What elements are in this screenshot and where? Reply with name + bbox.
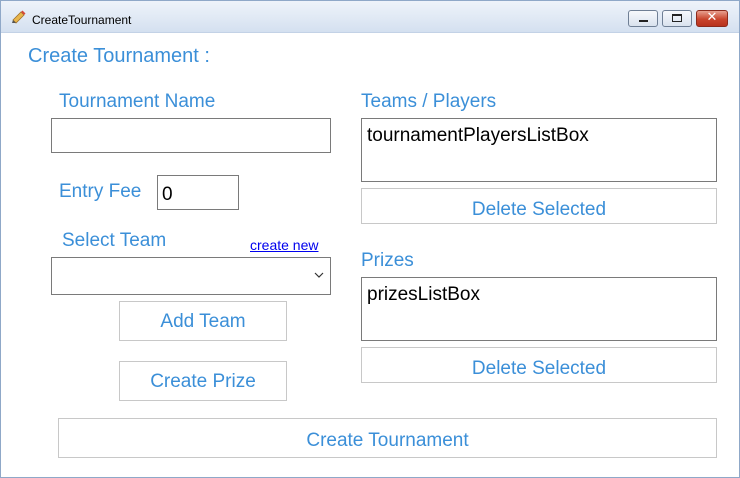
- minimize-button[interactable]: [628, 10, 658, 27]
- prizes-label: Prizes: [361, 250, 414, 271]
- add-team-button[interactable]: Add Team: [119, 301, 287, 341]
- entry-fee-label: Entry Fee: [59, 181, 142, 202]
- maximize-icon: [672, 14, 682, 22]
- delete-selected-players-button[interactable]: Delete Selected: [361, 188, 717, 224]
- page-title: Create Tournament :: [28, 45, 210, 67]
- tournament-name-label: Tournament Name: [59, 91, 216, 112]
- create-new-team-link[interactable]: create new: [250, 237, 318, 253]
- entry-fee-input[interactable]: 0: [157, 175, 239, 210]
- select-team-label: Select Team: [62, 230, 167, 251]
- teams-players-list-text: tournamentPlayersListBox: [367, 125, 589, 146]
- close-button[interactable]: ✕: [696, 10, 728, 27]
- create-tournament-button[interactable]: Create Tournament: [58, 418, 717, 458]
- chevron-down-icon: [314, 272, 324, 278]
- prizes-list-text: prizesListBox: [367, 284, 480, 305]
- prizes-listbox[interactable]: prizesListBox: [361, 277, 717, 341]
- delete-selected-prizes-button[interactable]: Delete Selected: [361, 347, 717, 383]
- create-prize-button[interactable]: Create Prize: [119, 361, 287, 401]
- window-title: CreateTournament: [32, 13, 132, 27]
- select-team-dropdown[interactable]: [51, 257, 331, 295]
- minimize-icon: [639, 20, 648, 22]
- maximize-button[interactable]: [662, 10, 692, 27]
- teams-players-label: Teams / Players: [361, 91, 497, 112]
- app-icon: [12, 10, 26, 24]
- teams-players-listbox[interactable]: tournamentPlayersListBox: [361, 118, 717, 182]
- title-bar[interactable]: CreateTournament ✕: [1, 1, 739, 33]
- create-tournament-window: CreateTournament ✕ Create Tournament : T…: [0, 0, 740, 478]
- close-icon: ✕: [706, 10, 718, 25]
- tournament-name-input[interactable]: [51, 118, 331, 153]
